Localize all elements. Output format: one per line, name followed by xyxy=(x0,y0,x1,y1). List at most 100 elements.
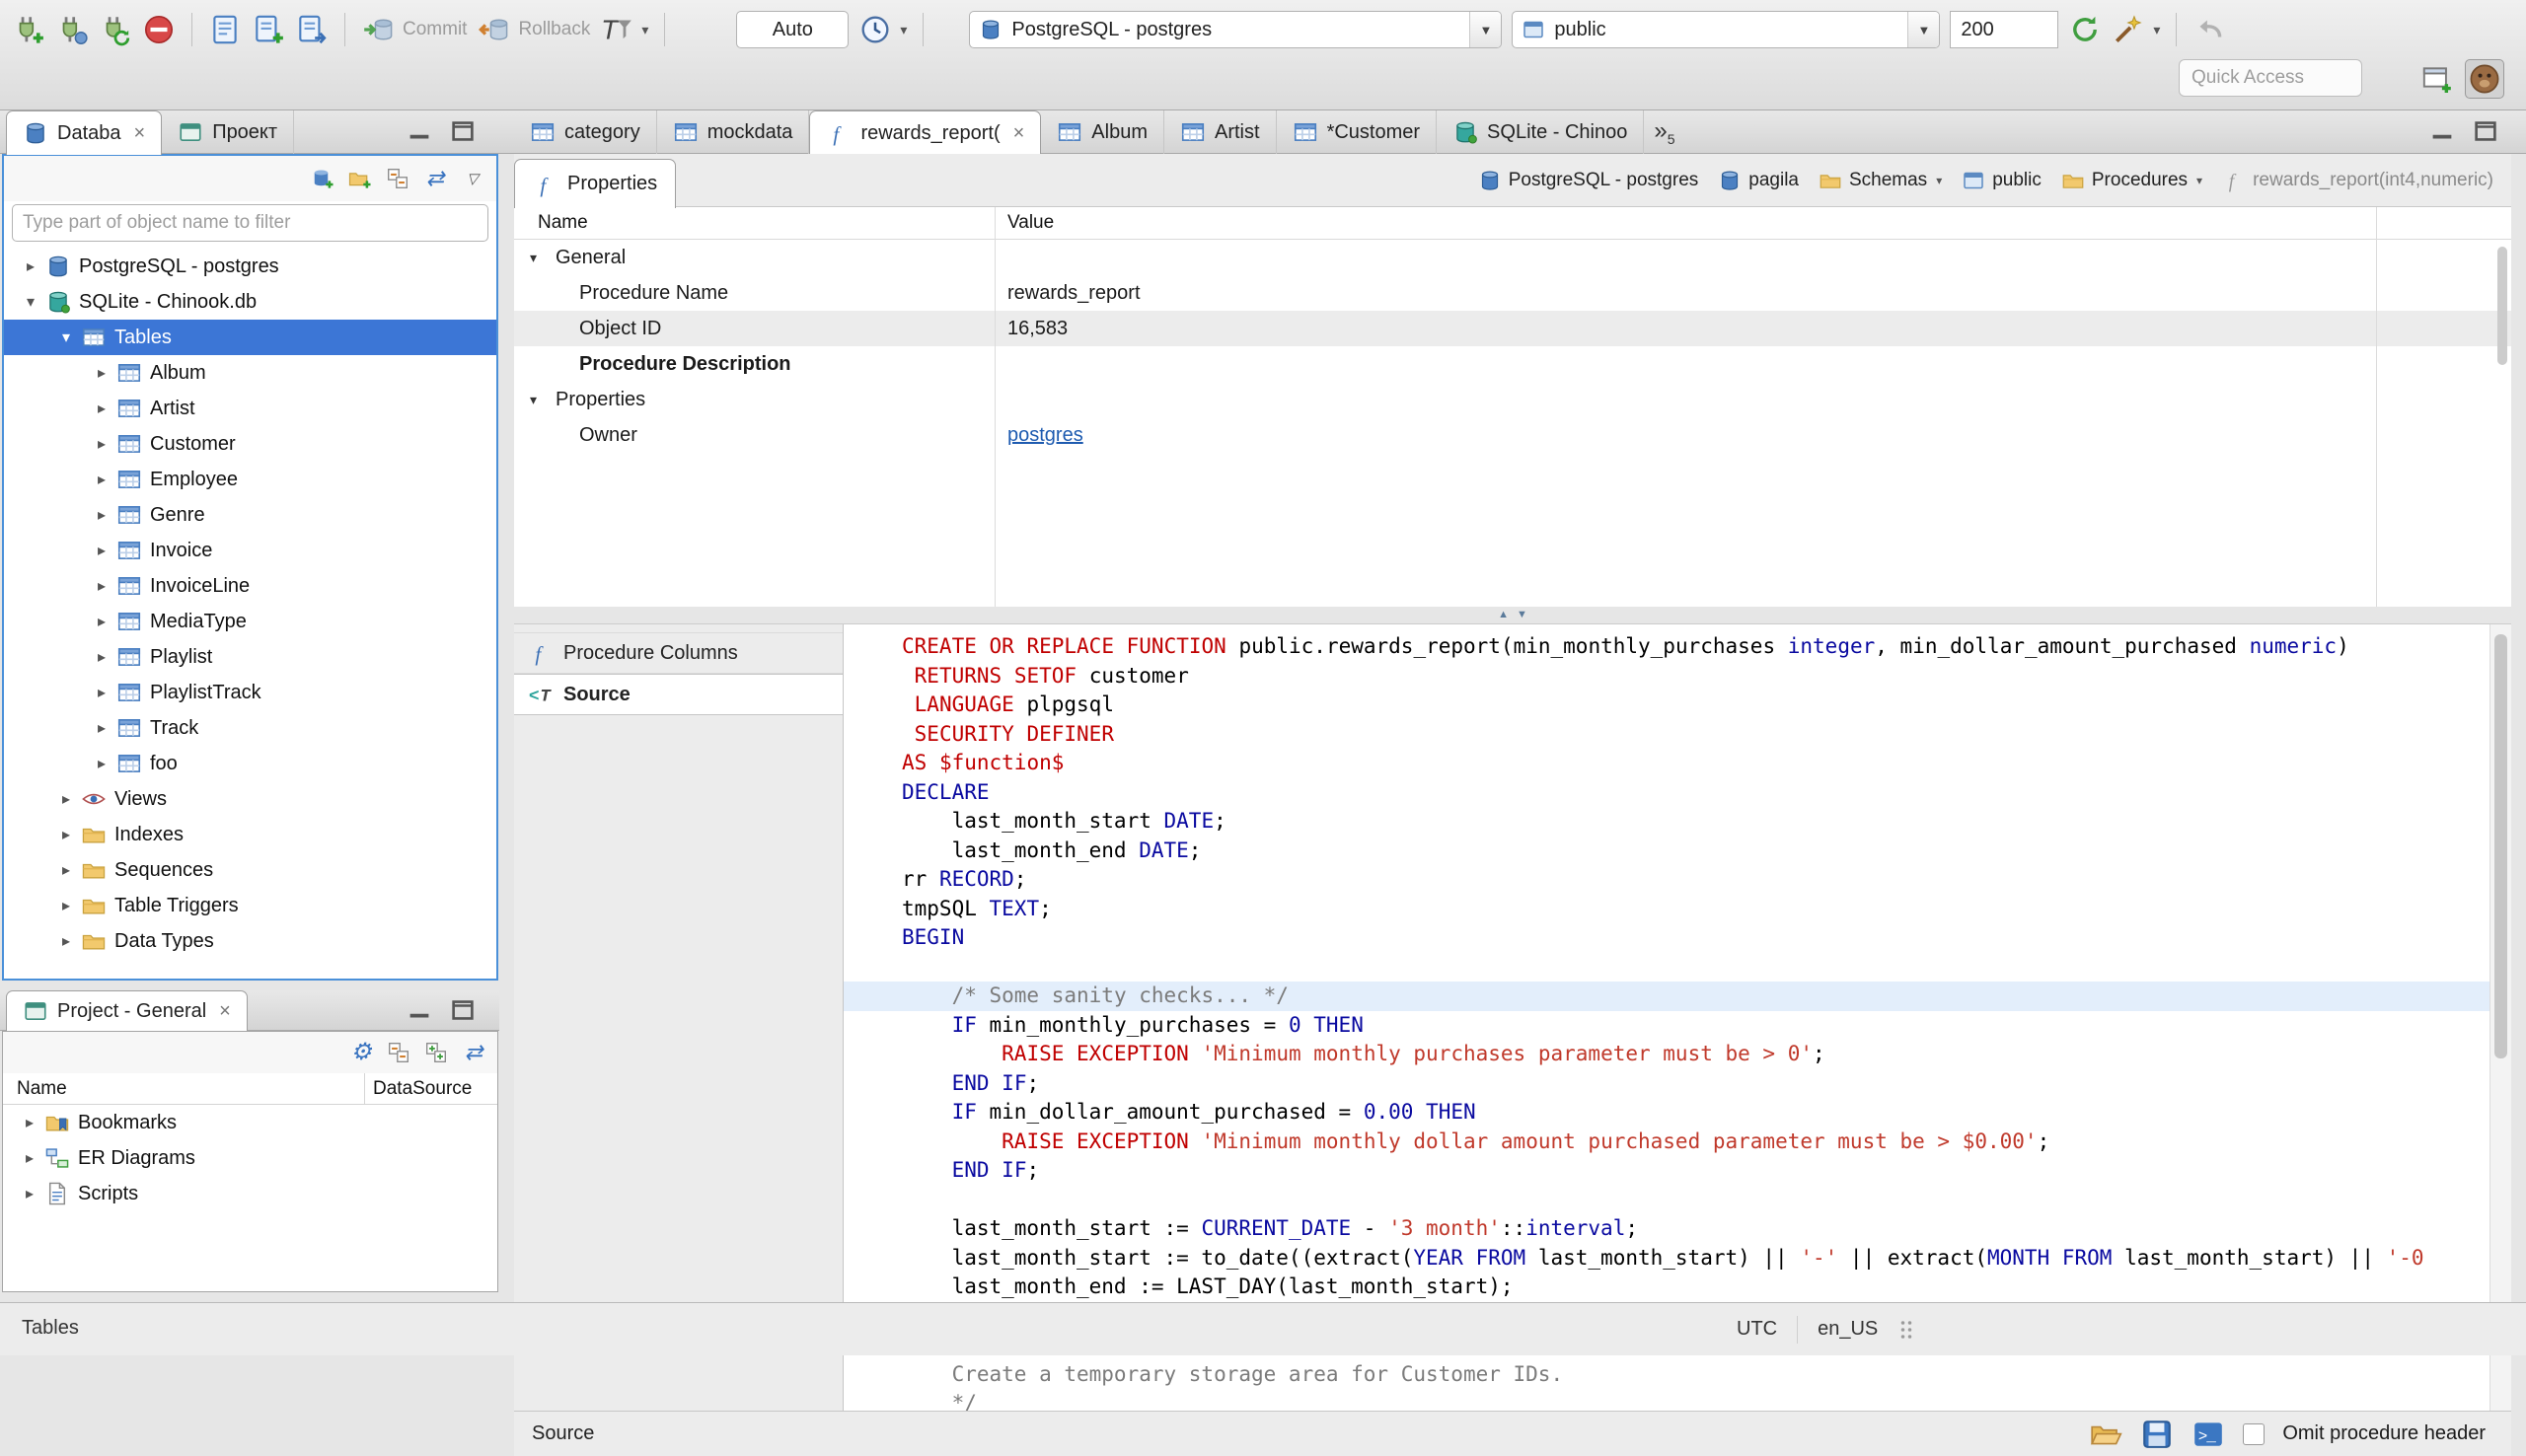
editor-tab-category[interactable]: category xyxy=(514,110,657,154)
prop-row-owner[interactable]: Ownerpostgres xyxy=(514,417,2511,453)
chevron-right-icon[interactable]: ▸ xyxy=(89,754,114,773)
sql-source-editor[interactable]: CREATE OR REPLACE FUNCTION public.reward… xyxy=(844,624,2489,1411)
editor-tab-sqlite-chinoo[interactable]: SQLite - Chinoo xyxy=(1437,110,1644,154)
close-icon[interactable]: × xyxy=(219,1000,231,1023)
link-with-editor-icon[interactable]: ⇄ xyxy=(462,1041,485,1064)
tab-database-navigator[interactable]: Databa × xyxy=(6,110,162,155)
breadcrumb-item-schemas[interactable]: Schemas▾ xyxy=(1819,169,1942,192)
sash-down-icon[interactable]: ▼ xyxy=(1517,610,1527,620)
sql-editor-icon[interactable] xyxy=(208,13,242,46)
tab-overflow-button[interactable]: »5 xyxy=(1654,119,1674,146)
editor-tab-album[interactable]: Album xyxy=(1041,110,1164,154)
scrollbar-thumb[interactable] xyxy=(2494,634,2507,1058)
tree-item-artist[interactable]: ▸Artist xyxy=(4,391,496,426)
chevron-right-icon[interactable]: ▸ xyxy=(53,825,79,844)
close-icon[interactable]: × xyxy=(134,122,146,145)
tree-item-customer[interactable]: ▸Customer xyxy=(4,426,496,462)
chevron-down-icon[interactable]: ▾ xyxy=(18,292,43,312)
new-folder-icon[interactable] xyxy=(348,167,372,190)
maximize-icon[interactable] xyxy=(448,995,478,1025)
tree-item-views[interactable]: ▸Views xyxy=(4,781,496,817)
owner-link[interactable]: postgres xyxy=(1007,424,1083,446)
prop-row-properties[interactable]: ▾Properties xyxy=(514,382,2511,417)
tree-item-invoiceline[interactable]: ▸InvoiceLine xyxy=(4,568,496,604)
editor-tab-customer[interactable]: *Customer xyxy=(1277,110,1437,154)
new-connection-icon[interactable] xyxy=(311,167,334,190)
tree-item-playlist[interactable]: ▸Playlist xyxy=(4,639,496,675)
commit-button[interactable]: Commit xyxy=(361,13,467,46)
tree-item-album[interactable]: ▸Album xyxy=(4,355,496,391)
column-header-datasource[interactable]: DataSource xyxy=(364,1073,472,1104)
chevron-right-icon[interactable]: ▸ xyxy=(17,1184,42,1203)
refresh-icon[interactable] xyxy=(2068,13,2102,46)
prop-row-object-id[interactable]: Object ID16,583 xyxy=(514,311,2511,346)
subtab-source[interactable]: <TSource xyxy=(514,674,843,715)
prop-row-procedure-name[interactable]: Procedure Namerewards_report xyxy=(514,275,2511,311)
chevron-right-icon[interactable]: ▸ xyxy=(89,612,114,631)
column-header-name[interactable]: Name xyxy=(3,1078,364,1100)
vertical-scrollbar[interactable] xyxy=(2497,247,2507,365)
magic-wand-button[interactable]: ▾ xyxy=(2112,13,2160,46)
breadcrumb-item-pagila[interactable]: pagila xyxy=(1718,169,1799,192)
gear-icon[interactable]: ⚙ xyxy=(349,1041,373,1064)
chevron-down-icon[interactable]: ▼ xyxy=(1907,12,1939,47)
reconnect-icon[interactable] xyxy=(99,13,132,46)
chevron-right-icon[interactable]: ▸ xyxy=(89,647,114,667)
chevron-right-icon[interactable]: ▸ xyxy=(53,789,79,809)
prop-row-general[interactable]: ▾General xyxy=(514,240,2511,275)
tree-item-track[interactable]: ▸Track xyxy=(4,710,496,746)
tree-item-mediatype[interactable]: ▸MediaType xyxy=(4,604,496,639)
chevron-down-icon[interactable]: ▾ xyxy=(530,250,548,266)
breadcrumb-item-postgresql-postgres[interactable]: PostgreSQL - postgres xyxy=(1478,169,1699,192)
transaction-mode-button[interactable]: T ▾ xyxy=(600,13,648,46)
chevron-right-icon[interactable]: ▸ xyxy=(17,1113,42,1132)
schema-select[interactable]: public ▼ xyxy=(1512,11,1940,48)
chevron-right-icon[interactable]: ▸ xyxy=(53,860,79,880)
tree-item-employee[interactable]: ▸Employee xyxy=(4,462,496,497)
chevron-right-icon[interactable]: ▸ xyxy=(89,683,114,702)
locale-label[interactable]: en_US xyxy=(1818,1318,1878,1341)
subtab-procedure-columns[interactable]: fProcedure Columns xyxy=(514,632,843,674)
recent-sql-editor-icon[interactable] xyxy=(295,13,329,46)
chevron-down-icon[interactable]: ▼ xyxy=(1469,12,1501,47)
collapse-all-icon[interactable] xyxy=(387,1041,410,1064)
tree-item-postgresql-postgres[interactable]: ▸PostgreSQL - postgres xyxy=(4,249,496,284)
open-in-sql-console-icon[interactable]: >_ xyxy=(2192,1418,2225,1451)
expand-all-icon[interactable] xyxy=(424,1041,448,1064)
chevron-right-icon[interactable]: ▸ xyxy=(89,505,114,525)
undo-icon[interactable] xyxy=(2192,13,2226,46)
chevron-right-icon[interactable]: ▸ xyxy=(53,896,79,915)
project-item-er-diagrams[interactable]: ▸ER Diagrams xyxy=(3,1140,497,1176)
chevron-right-icon[interactable]: ▸ xyxy=(18,256,43,276)
edit-connection-icon[interactable] xyxy=(55,13,89,46)
minimize-icon[interactable] xyxy=(405,116,434,146)
object-filter-input[interactable] xyxy=(12,204,488,242)
chevron-right-icon[interactable]: ▸ xyxy=(89,470,114,489)
transaction-log-button[interactable]: ▾ xyxy=(858,13,907,46)
open-perspective-button[interactable] xyxy=(2417,59,2457,99)
rollback-button[interactable]: Rollback xyxy=(477,13,590,46)
grip-handle-icon[interactable] xyxy=(1897,1316,1915,1344)
load-from-file-icon[interactable] xyxy=(2089,1418,2122,1451)
tab-project-general[interactable]: Project - General × xyxy=(6,990,248,1031)
tree-item-indexes[interactable]: ▸Indexes xyxy=(4,817,496,852)
collapse-all-icon[interactable] xyxy=(386,167,409,190)
editor-tab-artist[interactable]: Artist xyxy=(1164,110,1277,154)
link-with-editor-icon[interactable]: ⇄ xyxy=(423,167,447,190)
tree-item-playlisttrack[interactable]: ▸PlaylistTrack xyxy=(4,675,496,710)
tree-item-tables[interactable]: ▾Tables xyxy=(4,320,496,355)
tree-item-invoice[interactable]: ▸Invoice xyxy=(4,533,496,568)
tab-properties[interactable]: f Properties xyxy=(514,159,676,208)
omit-procedure-header-checkbox[interactable] xyxy=(2243,1423,2265,1445)
tree-item-sqlite-chinook-db[interactable]: ▾SQLite - Chinook.db xyxy=(4,284,496,320)
editor-tab-mockdata[interactable]: mockdata xyxy=(657,110,810,154)
maximize-icon[interactable] xyxy=(448,116,478,146)
minimize-icon[interactable] xyxy=(2427,116,2457,146)
prop-row-procedure-description[interactable]: Procedure Description xyxy=(514,346,2511,382)
close-icon[interactable]: × xyxy=(1013,122,1025,145)
quick-access-field[interactable] xyxy=(2179,59,2362,97)
chevron-right-icon[interactable]: ▸ xyxy=(89,363,114,383)
tree-item-genre[interactable]: ▸Genre xyxy=(4,497,496,533)
source-footer-tab[interactable]: Source xyxy=(532,1422,594,1445)
breadcrumb-item-rewards-report-int4-numeric[interactable]: frewards_report(int4,numeric) xyxy=(2222,169,2493,192)
